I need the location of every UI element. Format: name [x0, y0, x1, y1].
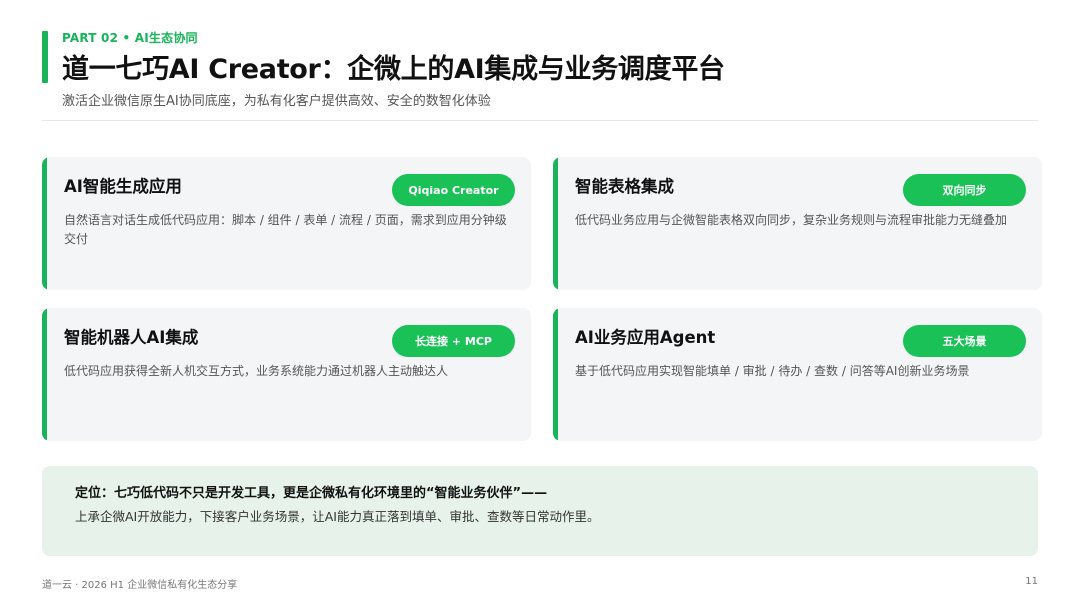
card-accent-bar — [553, 157, 558, 290]
positioning-title: 定位：七巧低代码不只是开发工具，更是企微私有化环境里的“智能业务伙伴”—— — [75, 486, 548, 501]
card-title: AI业务应用Agent — [575, 328, 716, 347]
page-subtitle: 激活企业微信原生AI协同底座，为私有化客户提供高效、安全的数智化体验 — [62, 94, 491, 109]
positioning-body: 上承企微AI开放能力，下接客户业务场景，让AI能力真正落到填单、审批、查数等日常… — [75, 509, 600, 524]
card-accent-bar — [42, 157, 47, 290]
page-title: 道一七巧AI Creator：企微上的AI集成与业务调度平台 — [62, 54, 725, 85]
header-divider — [42, 120, 1038, 121]
footer-caption: 道一云 · 2026 H1 企业微信私有化生态分享 — [42, 580, 238, 591]
feature-card-ai-agent: AI业务应用Agent 五大场景 基于低代码应用实现智能填单 / 审批 / 待办… — [553, 308, 1042, 441]
card-description: 基于低代码应用实现智能填单 / 审批 / 待办 / 查数 / 问答等AI创新业务… — [575, 364, 970, 378]
card-badge: 长连接 + MCP — [392, 325, 515, 357]
card-accent-bar — [553, 308, 558, 441]
card-accent-bar — [42, 308, 47, 441]
card-title: 智能表格集成 — [575, 177, 674, 196]
card-badge: 五大场景 — [903, 325, 1026, 357]
feature-card-ai-app-generation: AI智能生成应用 Qiqiao Creator 自然语言对话生成低代码应用：脚本… — [42, 157, 531, 290]
feature-card-smart-sheet: 智能表格集成 双向同步 低代码业务应用与企微智能表格双向同步，复杂业务规则与流程… — [553, 157, 1042, 290]
page-number: 11 — [1025, 576, 1038, 587]
card-badge: Qiqiao Creator — [392, 174, 515, 206]
section-kicker: PART 02 • AI生态协同 — [62, 31, 198, 45]
feature-card-smart-robot: 智能机器人AI集成 长连接 + MCP 低代码应用获得全新人机交互方式，业务系统… — [42, 308, 531, 441]
card-description: 低代码应用获得全新人机交互方式，业务系统能力通过机器人主动触达人 — [64, 364, 449, 378]
card-badge: 双向同步 — [903, 174, 1026, 206]
card-description: 低代码业务应用与企微智能表格双向同步，复杂业务规则与流程审批能力无缝叠加 — [575, 213, 1008, 227]
card-title: AI智能生成应用 — [64, 177, 182, 196]
card-title: 智能机器人AI集成 — [64, 328, 199, 347]
positioning-box: 定位：七巧低代码不只是开发工具，更是企微私有化环境里的“智能业务伙伴”—— 上承… — [42, 466, 1038, 556]
title-accent-bar — [42, 31, 48, 83]
card-description: 自然语言对话生成低代码应用：脚本 / 组件 / 表单 / 流程 / 页面，需求到… — [64, 213, 507, 246]
